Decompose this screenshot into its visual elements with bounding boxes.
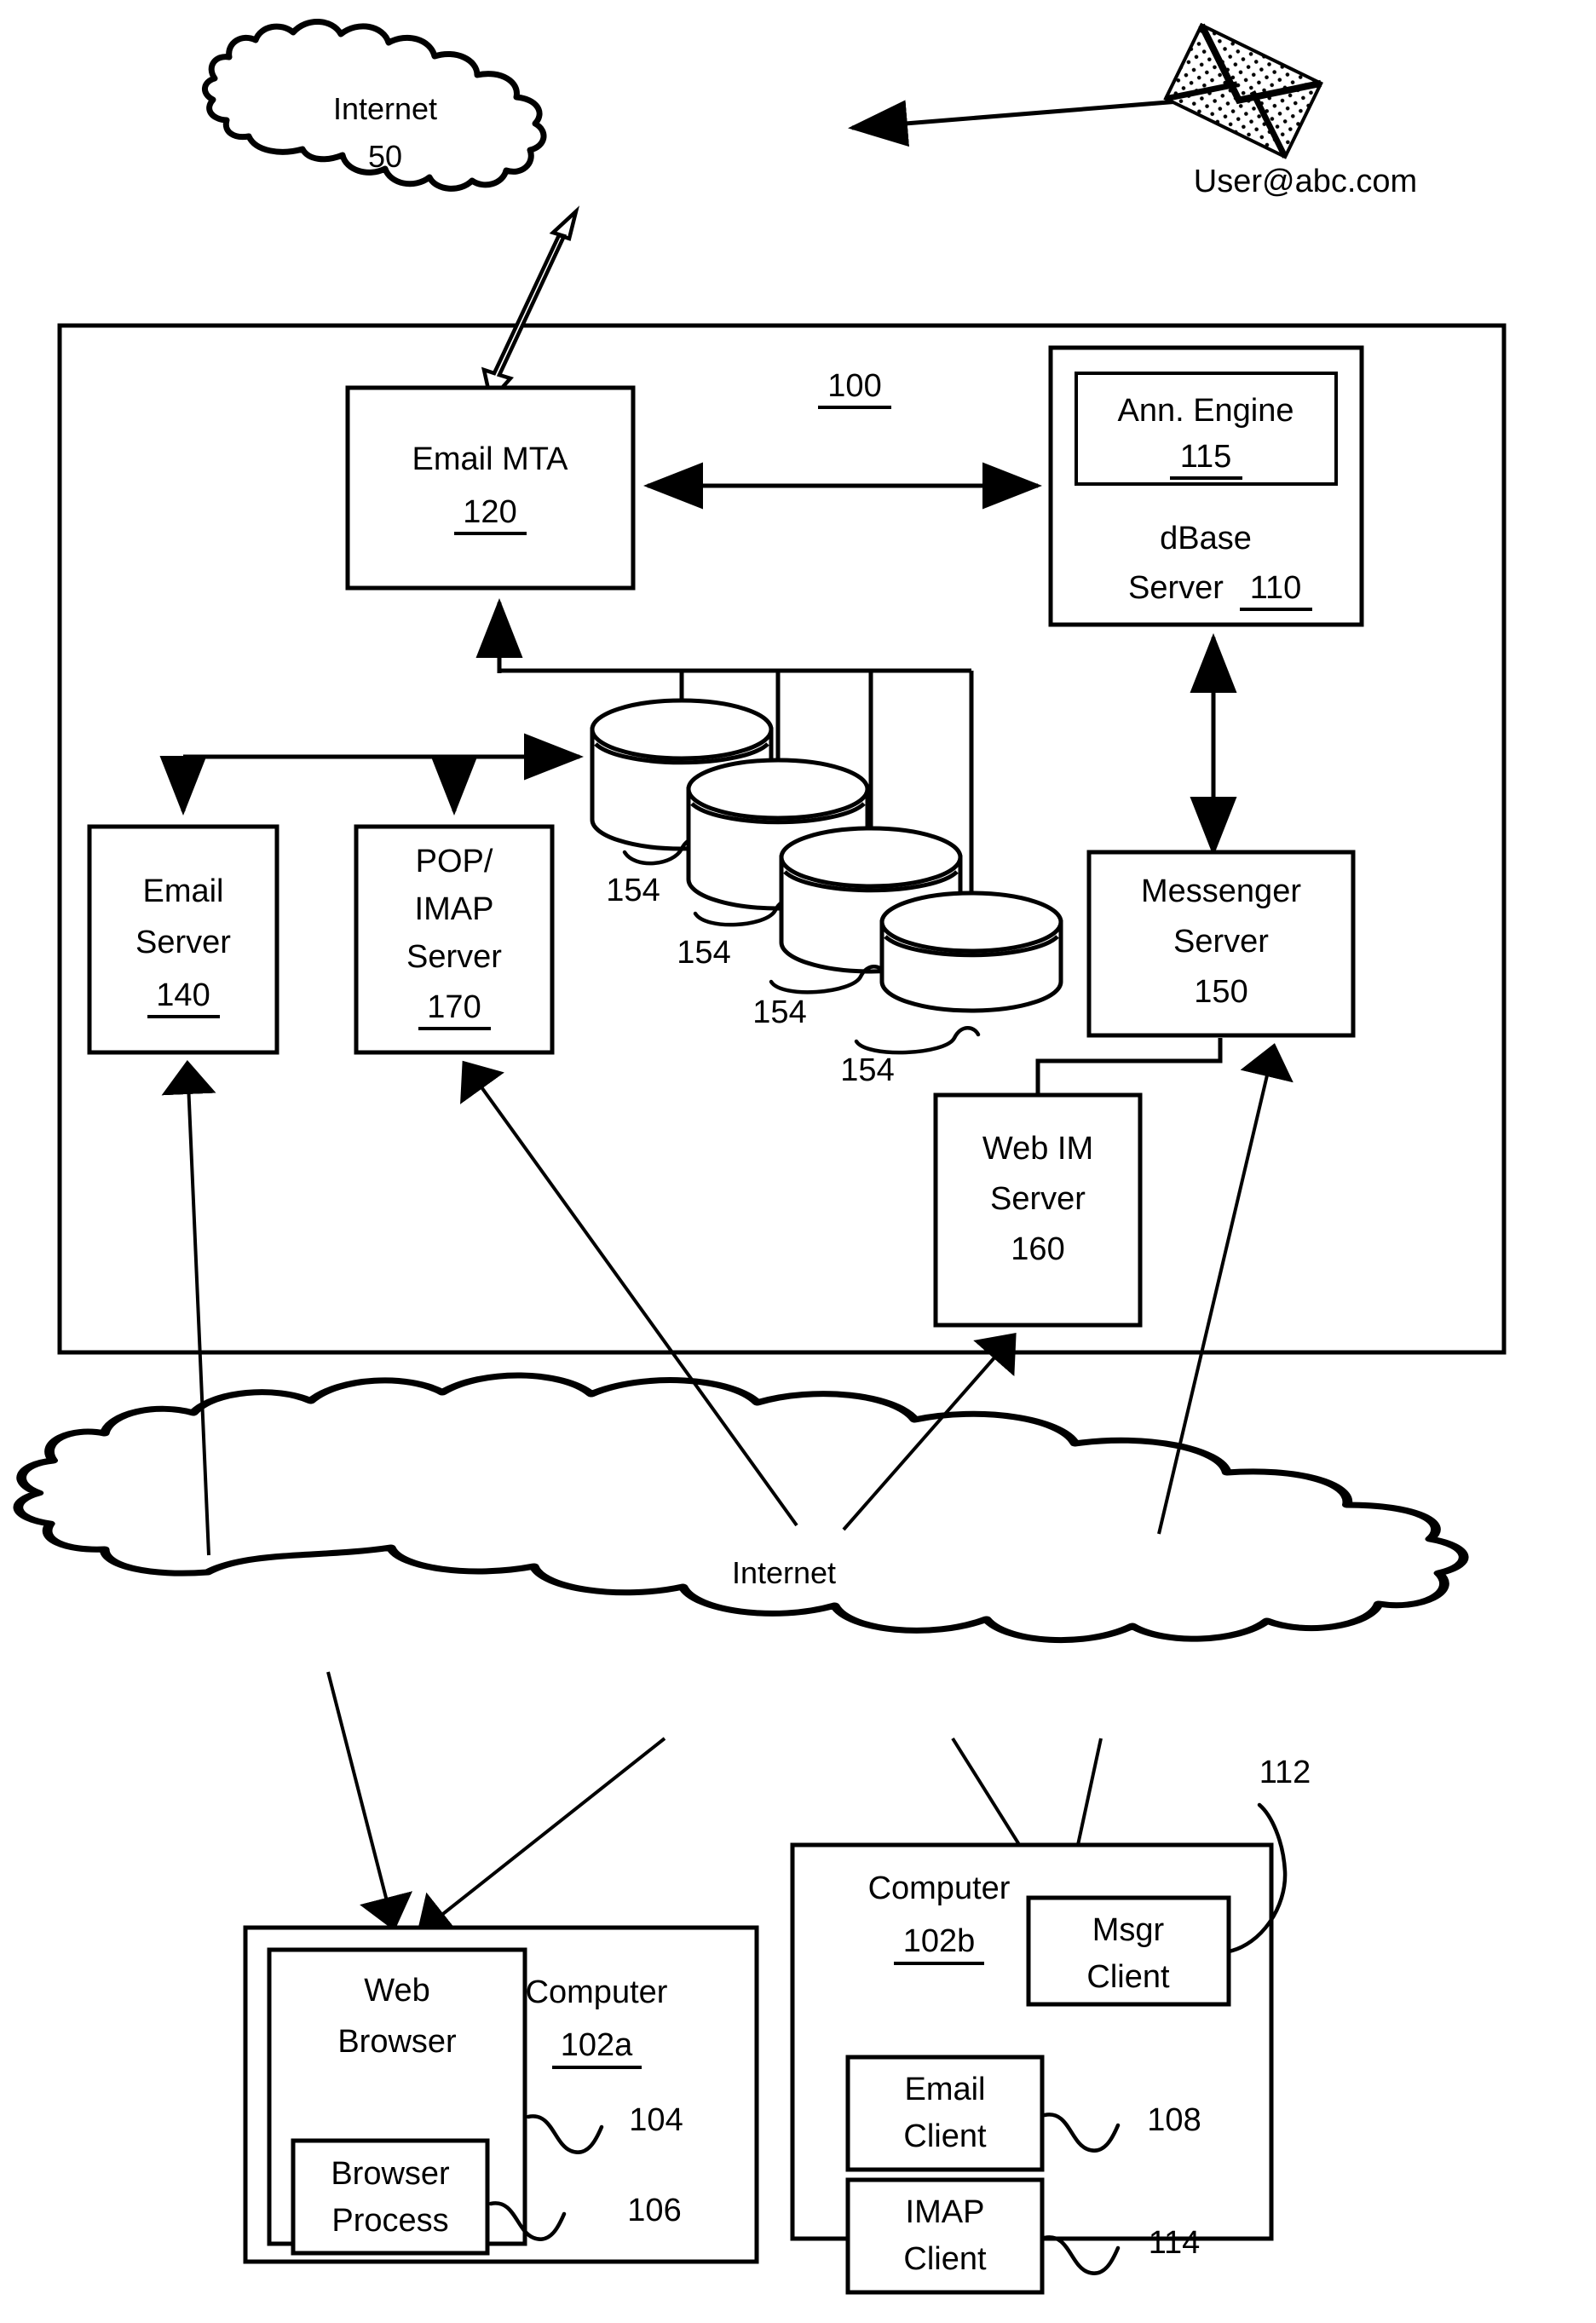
msgr-client-ref: 112 <box>1259 1755 1311 1790</box>
envelope-icon <box>1163 22 1323 159</box>
db1-ref: 154 <box>606 873 660 908</box>
dbase-server-label-1: dBase <box>1160 521 1252 556</box>
pop-imap-label-3: Server <box>406 939 502 975</box>
email-client-label-1: Email <box>904 2072 985 2107</box>
node-email-server[interactable]: Email Server 140 <box>87 824 279 1055</box>
imap-client-label-1: IMAP <box>906 2194 985 2230</box>
top-internet-cloud: Internet 50 <box>202 19 547 192</box>
browser-process-label-1: Browser <box>331 2156 450 2192</box>
email-mta-box[interactable] <box>345 385 636 591</box>
email-mta-label: Email MTA <box>412 441 569 477</box>
ann-engine-ref: 115 <box>1180 439 1232 475</box>
computer-a-label: Computer <box>526 1974 668 2010</box>
email-mta-ref: 120 <box>463 494 516 530</box>
top-cloud-ref: 50 <box>368 139 402 174</box>
diagram-canvas: Internet 50 User@abc.com 100 Email MTA 1… <box>13 19 1507 2295</box>
db3-top <box>779 826 963 889</box>
web-im-ref: 160 <box>1011 1231 1064 1267</box>
user-email-address: User@abc.com <box>1194 164 1417 199</box>
system-ref-100: 100 <box>818 368 891 409</box>
system-ref-label: 100 <box>827 368 881 404</box>
cloud-to-user-link <box>848 97 1201 147</box>
bottom-internet-cloud: Internet <box>13 1372 1469 1644</box>
patent-figure: Internet 50 User@abc.com 100 Email MTA 1… <box>0 0 1596 2323</box>
dbase-server-ref: 110 <box>1250 570 1302 606</box>
computer-a-ref: 102a <box>561 2027 633 2063</box>
top-cloud-label: Internet <box>333 91 437 126</box>
imap-client-label-2: Client <box>903 2241 987 2277</box>
browser-process-ref: 106 <box>627 2193 681 2228</box>
computer-b[interactable]: Computer 102b Msgr Client 112 Email Clie… <box>790 1755 1311 2295</box>
web-browser-label-1: Web <box>364 1973 429 2009</box>
node-pop-imap-server[interactable]: POP/ IMAP Server 170 <box>354 824 555 1055</box>
web-im-label-2: Server <box>990 1181 1086 1217</box>
dbase-server-label-2: Server <box>1128 570 1224 606</box>
computer-a[interactable]: Web Browser Browser Process Computer 102… <box>243 1925 759 2264</box>
db4-top <box>879 891 1063 954</box>
ann-engine-label: Ann. Engine <box>1117 393 1294 429</box>
arrow-cloud-to-computer-a-2 <box>416 1737 666 1935</box>
pop-imap-label-2: IMAP <box>415 891 494 927</box>
db4-ref: 154 <box>840 1052 894 1088</box>
pop-imap-ref: 170 <box>427 989 481 1025</box>
bottom-cloud-label: Internet <box>732 1555 836 1590</box>
pop-imap-label-1: POP/ <box>416 844 493 879</box>
arrow-cloud-to-computer-a-1 <box>326 1671 413 1931</box>
web-browser-ref: 104 <box>629 2102 683 2138</box>
web-browser-label-2: Browser <box>337 2024 457 2060</box>
db1-top <box>590 698 774 761</box>
browser-process-label-2: Process <box>331 2203 448 2239</box>
computer-b-ref: 102b <box>903 1923 976 1959</box>
web-im-label-1: Web IM <box>982 1131 1093 1167</box>
email-server-label-2: Server <box>135 925 231 960</box>
email-client-label-2: Client <box>903 2118 987 2154</box>
imap-client-ref: 114 <box>1149 2225 1201 2261</box>
db2-ref: 154 <box>677 935 730 971</box>
external-user-group: User@abc.com <box>848 22 1417 199</box>
node-dbase-server[interactable]: Ann. Engine 115 dBase Server 110 <box>1048 345 1364 627</box>
imap-client-leader <box>1042 2235 1121 2275</box>
msgr-client-label-1: Msgr <box>1092 1912 1165 1948</box>
computer-b-label: Computer <box>868 1871 1011 1906</box>
node-web-im-server[interactable]: Web IM Server 160 <box>933 1092 1143 1328</box>
messenger-server-label-2: Server <box>1173 924 1269 960</box>
node-email-mta[interactable]: Email MTA 120 <box>345 385 636 591</box>
db2-top <box>686 758 870 821</box>
bottom-cloud-shape <box>13 1372 1469 1644</box>
email-client-ref: 108 <box>1147 2102 1201 2138</box>
node-messenger-server[interactable]: Messenger Server 150 <box>1086 850 1356 1038</box>
email-server-label-1: Email <box>142 873 223 909</box>
db3-ref: 154 <box>752 994 806 1030</box>
messenger-server-ref: 150 <box>1194 974 1247 1010</box>
email-server-ref: 140 <box>156 977 210 1013</box>
msgr-client-label-2: Client <box>1086 1959 1170 1995</box>
messenger-server-label-1: Messenger <box>1141 873 1301 909</box>
